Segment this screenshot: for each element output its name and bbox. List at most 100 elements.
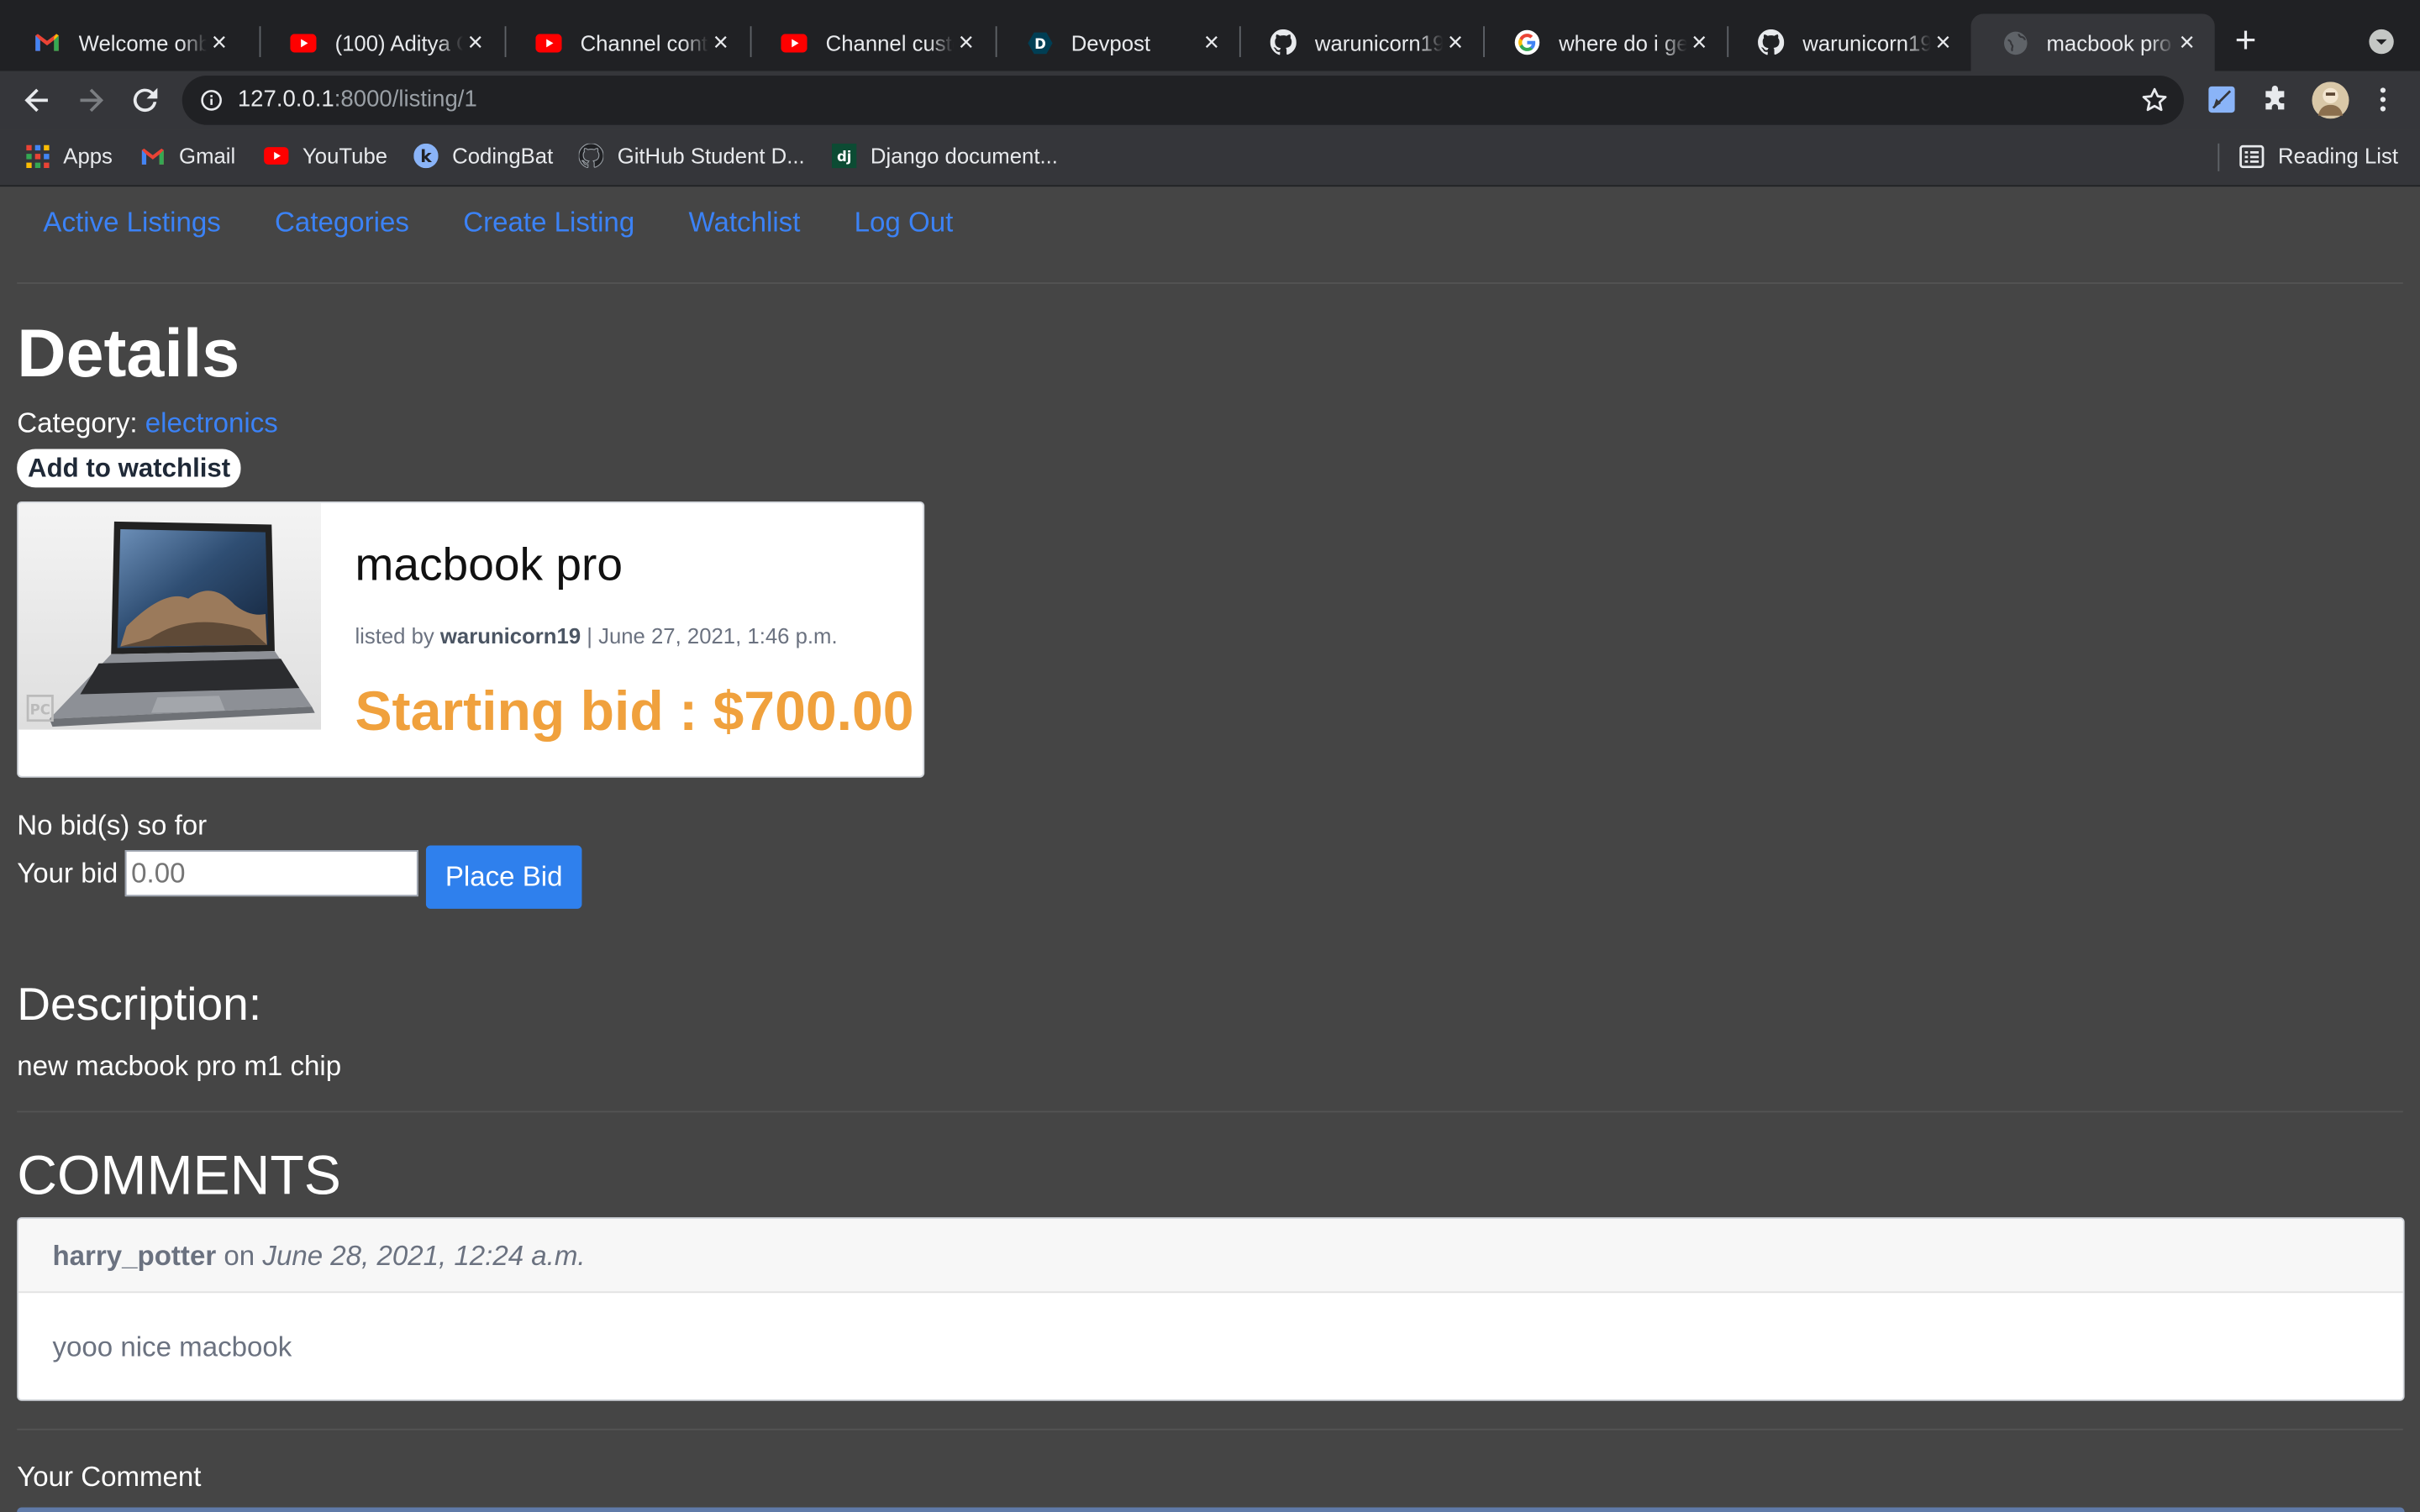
browser-tab[interactable]: (100) Aditya Chandra × — [260, 14, 503, 71]
bookmark-gmail[interactable]: Gmail — [140, 144, 235, 168]
close-icon[interactable]: × — [1443, 29, 1467, 55]
browser-tab[interactable]: Channel customization × — [750, 14, 994, 71]
youtube-icon — [290, 29, 317, 55]
profile-avatar[interactable] — [2312, 81, 2349, 126]
starting-bid: Starting bid : $700.00 — [355, 679, 914, 743]
add-to-watchlist-button[interactable]: Add to watchlist — [17, 449, 242, 488]
svg-text:PC: PC — [30, 701, 50, 717]
listing-meta: listed by warunicorn19 | June 27, 2021, … — [355, 623, 838, 648]
bookmark-codingbat[interactable]: k CodingBat — [413, 143, 554, 169]
comment-date: June 28, 2021, 12:24 a.m. — [262, 1240, 586, 1272]
browser-tab[interactable]: warunicorn19/ × — [1727, 14, 1970, 71]
back-arrow-icon[interactable] — [18, 81, 55, 118]
browser-tab[interactable]: D Devpost × — [996, 14, 1239, 71]
bid-input[interactable] — [124, 850, 418, 897]
divider — [17, 1428, 2403, 1431]
your-bid-label: Your bid — [17, 858, 118, 889]
nav-create-listing[interactable]: Create Listing — [463, 203, 634, 242]
nav-active-listings[interactable]: Active Listings — [43, 203, 220, 242]
youtube-icon — [264, 144, 289, 168]
close-icon[interactable]: × — [1687, 29, 1712, 55]
tab-search-icon[interactable] — [2369, 29, 2394, 55]
nav-log-out[interactable]: Log Out — [855, 203, 954, 242]
extension-icon[interactable] — [2207, 85, 2237, 122]
tab-title: Devpost — [1071, 29, 1151, 55]
github-icon — [1758, 29, 1785, 55]
svg-text:D: D — [1034, 35, 1045, 51]
listing-card: PC macbook pro listed by warunicorn19 | … — [17, 501, 925, 778]
comment-card: harry_potter on June 28, 2021, 12:24 a.m… — [17, 1217, 2405, 1401]
browser-tab[interactable]: Welcome onboard × — [3, 14, 247, 71]
devpost-icon: D — [1026, 29, 1052, 55]
reading-list-label: Reading List — [2278, 143, 2398, 169]
svg-text:dj: dj — [837, 149, 851, 165]
new-tab-icon[interactable]: + — [2235, 23, 2257, 60]
tab-title: warunicorn19/ — [1802, 29, 1931, 55]
browser-toolbar: 127.0.0.1:8000/listing/1 — [0, 71, 2420, 130]
gmail-icon — [34, 29, 60, 55]
tab-title: warunicorn19/ — [1314, 29, 1444, 55]
reload-icon[interactable] — [127, 81, 164, 118]
tab-title: where do i get — [1559, 29, 1687, 55]
svg-text:k: k — [420, 146, 432, 166]
description-heading: Description: — [17, 979, 262, 1031]
reading-list-button[interactable]: Reading List — [2239, 144, 2398, 168]
forward-arrow-icon[interactable] — [72, 81, 109, 118]
google-icon — [1514, 29, 1540, 55]
tab-title: macbook pro — [2046, 29, 2172, 55]
django-icon: dj — [832, 143, 857, 169]
bookmark-label: GitHub Student D... — [617, 143, 805, 169]
nav-watchlist[interactable]: Watchlist — [688, 203, 800, 242]
bid-status: No bid(s) so for — [17, 810, 208, 842]
listing-owner: warunicorn19 — [439, 623, 581, 648]
category-line: Category: electronics — [17, 407, 278, 440]
close-icon[interactable]: × — [1199, 29, 1223, 55]
page-content: Active Listings Categories Create Listin… — [0, 186, 2420, 1512]
close-icon[interactable]: × — [708, 29, 733, 55]
browser-tab-active[interactable]: macbook pro × — [1970, 13, 2215, 71]
tab-strip: Welcome onboard × (100) Aditya Chandra ×… — [0, 0, 2420, 71]
listing-image: PC — [18, 502, 322, 730]
codingbat-icon: k — [413, 143, 439, 169]
bookmarks-bar: Apps Gmail YouTube k CodingBat GitHub St… — [0, 129, 2420, 187]
nav-categories[interactable]: Categories — [275, 203, 409, 242]
address-bar[interactable]: 127.0.0.1:8000/listing/1 — [182, 76, 2184, 125]
puzzle-extensions-icon[interactable] — [2261, 85, 2291, 122]
tab-title: Welcome onboard — [78, 29, 207, 55]
browser-tab[interactable]: warunicorn19/ × — [1239, 14, 1483, 71]
bookmark-label: Apps — [63, 143, 113, 169]
place-bid-button[interactable]: Place Bid — [425, 845, 582, 909]
youtube-icon — [535, 29, 562, 55]
url-text: 127.0.0.1:8000/listing/1 — [237, 86, 477, 113]
comment-header: harry_potter on June 28, 2021, 12:24 a.m… — [18, 1219, 2403, 1294]
comments-heading: COMMENTS — [17, 1143, 341, 1207]
bookmark-label: Gmail — [179, 143, 236, 169]
info-icon[interactable] — [201, 90, 223, 119]
apps-grid-icon — [24, 144, 49, 168]
browser-tab[interactable]: Channel content × — [505, 14, 749, 71]
github-icon — [578, 143, 604, 169]
youtube-icon — [781, 29, 808, 55]
browser-window: Welcome onboard × (100) Aditya Chandra ×… — [0, 0, 2420, 1512]
more-menu-icon[interactable] — [2372, 85, 2394, 122]
close-icon[interactable]: × — [954, 29, 978, 55]
bookmark-youtube[interactable]: YouTube — [264, 144, 387, 168]
bookmark-django[interactable]: dj Django document... — [832, 143, 1058, 169]
category-link[interactable]: electronics — [145, 407, 278, 438]
close-icon[interactable]: × — [463, 29, 487, 55]
bookmark-apps[interactable]: Apps — [24, 144, 113, 168]
close-icon[interactable]: × — [1931, 29, 1955, 55]
browser-tab[interactable]: where do i get × — [1483, 14, 1727, 71]
close-icon[interactable]: × — [2175, 29, 2199, 55]
comment-input[interactable] — [17, 1507, 2405, 1512]
bookmark-label: YouTube — [302, 143, 388, 169]
description-text: new macbook pro m1 chip — [17, 1050, 342, 1082]
close-icon[interactable]: × — [207, 29, 231, 55]
bookmark-label: Django document... — [870, 143, 1058, 169]
bookmark-label: CodingBat — [452, 143, 554, 169]
tab-title: Channel customization — [825, 29, 954, 55]
listing-date: | June 27, 2021, 1:46 p.m. — [587, 623, 838, 648]
bookmark-github-student[interactable]: GitHub Student D... — [578, 143, 805, 169]
globe-icon — [2002, 29, 2028, 55]
bookmark-star-icon[interactable] — [2141, 87, 2169, 122]
